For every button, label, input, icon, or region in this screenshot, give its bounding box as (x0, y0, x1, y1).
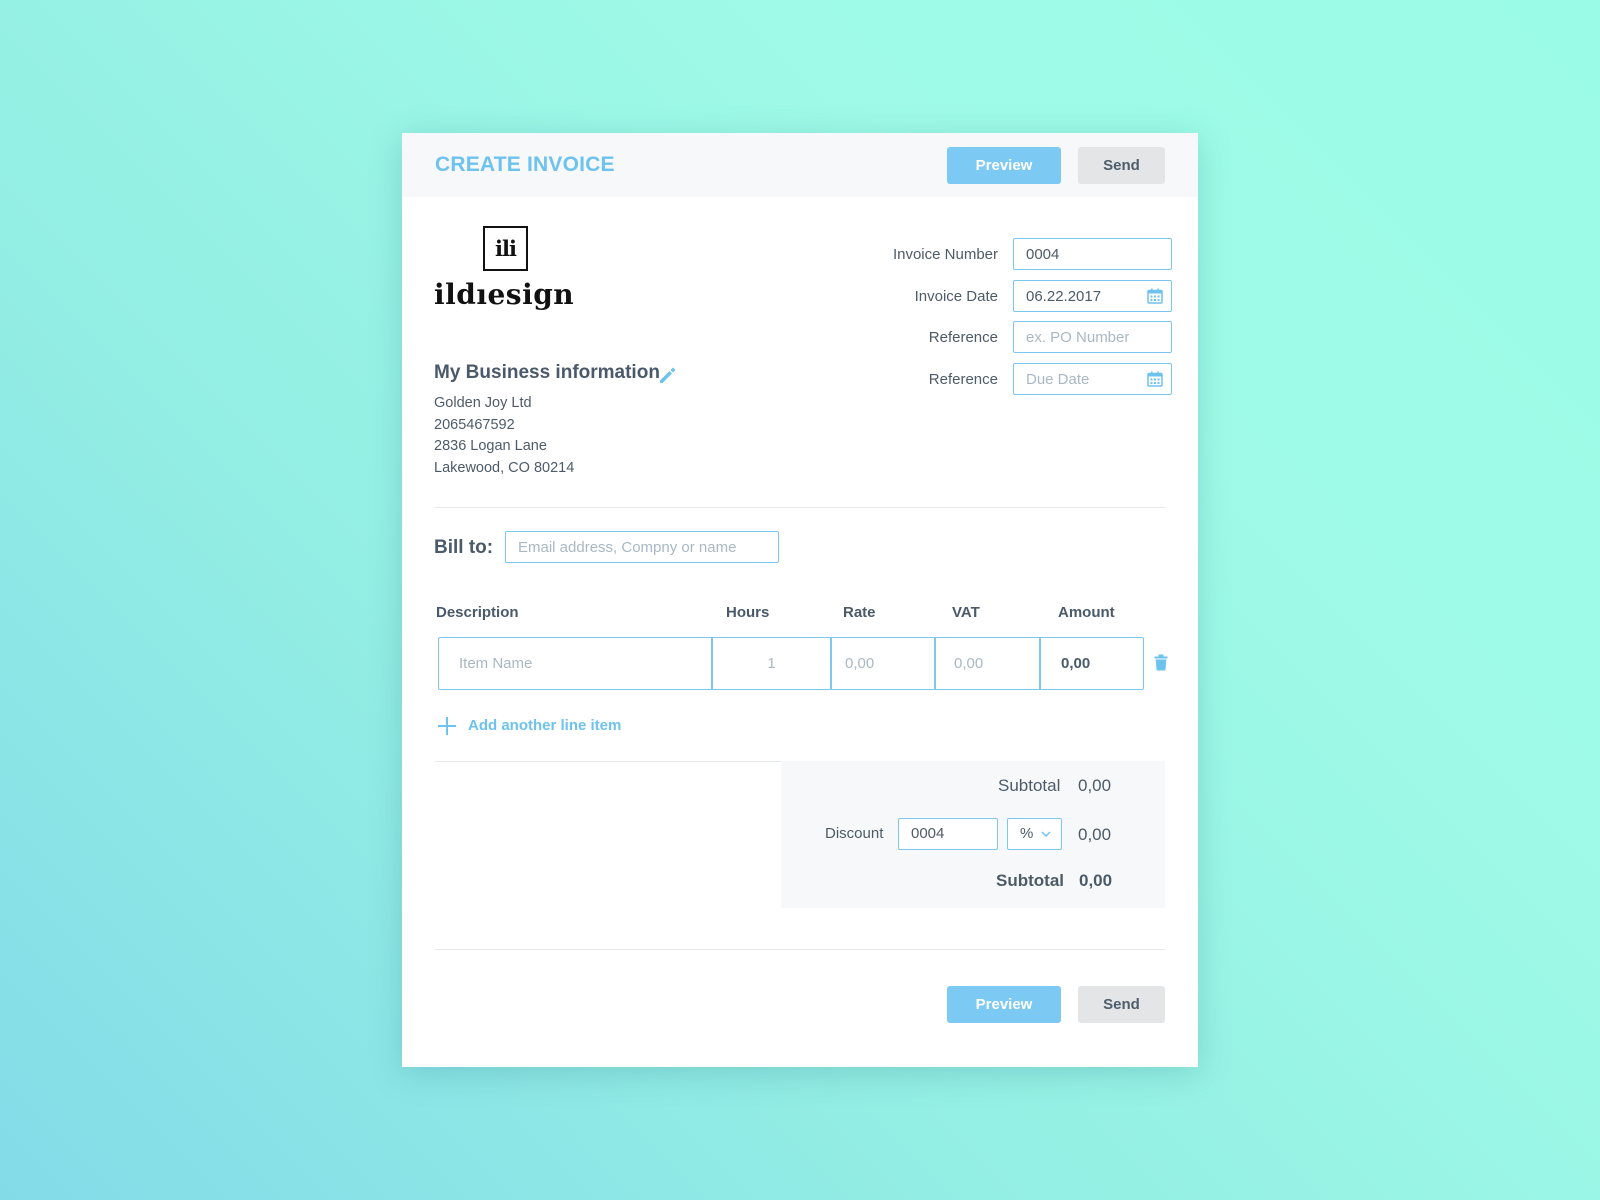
calendar-icon[interactable] (1147, 371, 1163, 387)
discount-input-value: 0004 (911, 825, 945, 842)
invoice-card: CREATE INVOICE Preview Send ili ildıesig… (402, 133, 1198, 1067)
footer-preview-button[interactable]: Preview (947, 986, 1061, 1023)
send-button[interactable]: Send (1078, 147, 1165, 184)
page-title: CREATE INVOICE (435, 153, 615, 176)
total-label: Subtotal (996, 871, 1064, 890)
subtotal-value: 0,00 (1078, 776, 1112, 795)
cell-divider (1039, 638, 1041, 689)
rate-input[interactable]: 0,00 (845, 638, 935, 689)
plus-icon[interactable] (437, 716, 457, 736)
subtotal-label: Subtotal (998, 776, 1061, 795)
pencil-icon[interactable] (657, 365, 677, 385)
column-header-vat: VAT (952, 604, 980, 621)
business-name: Golden Joy Ltd (434, 395, 532, 411)
amount-value: 0,00 (1061, 655, 1091, 672)
trash-icon[interactable] (1154, 654, 1168, 671)
reference-input[interactable] (1013, 321, 1172, 353)
discount-input[interactable]: 0004 (898, 818, 998, 850)
footer-send-button[interactable]: Send (1078, 986, 1165, 1023)
add-line-item-link[interactable]: Add another line item (468, 717, 621, 734)
hours-input[interactable]: 1 (713, 638, 830, 689)
total-value: 0,00 (1079, 871, 1113, 890)
business-street: 2836 Logan Lane (434, 438, 547, 454)
discount-unit-select[interactable]: % (1007, 818, 1062, 850)
line-item-row: Item Name 1 0,00 0,00 0,00 (438, 637, 1144, 690)
column-header-hours: Hours (726, 604, 770, 621)
cell-divider (830, 638, 832, 689)
discount-unit-value: % (1020, 825, 1034, 842)
company-logo: ili ildıesign (434, 226, 576, 326)
discount-label: Discount (825, 825, 884, 842)
invoice-number-label: Invoice Number (892, 246, 998, 263)
business-info-title: My Business information (434, 362, 660, 383)
preview-button[interactable]: Preview (947, 147, 1061, 184)
column-header-description: Description (436, 604, 519, 621)
business-city: Lakewood, CO 80214 (434, 460, 575, 476)
section-divider (435, 507, 1165, 508)
logo-wordmark: ildıesign (434, 278, 575, 311)
invoice-date-label: Invoice Date (914, 288, 998, 305)
logo-mark: ili (483, 226, 528, 271)
column-header-amount: Amount (1058, 604, 1115, 621)
vat-input[interactable]: 0,00 (954, 638, 1044, 689)
bill-to-label: Bill to: (434, 537, 494, 558)
section-divider (435, 949, 1165, 950)
cell-divider (934, 638, 936, 689)
due-date-label: Reference (928, 371, 998, 388)
invoice-number-input[interactable] (1013, 238, 1172, 270)
reference-label: Reference (928, 329, 998, 346)
discount-value: 0,00 (1078, 825, 1112, 844)
chevron-down-icon (1041, 831, 1051, 837)
item-name-input[interactable]: Item Name (459, 638, 709, 689)
card-header: CREATE INVOICE Preview Send (402, 133, 1198, 197)
calendar-icon[interactable] (1147, 288, 1163, 304)
business-phone: 2065467592 (434, 417, 515, 433)
column-header-rate: Rate (843, 604, 876, 621)
bill-to-input[interactable] (505, 531, 779, 563)
